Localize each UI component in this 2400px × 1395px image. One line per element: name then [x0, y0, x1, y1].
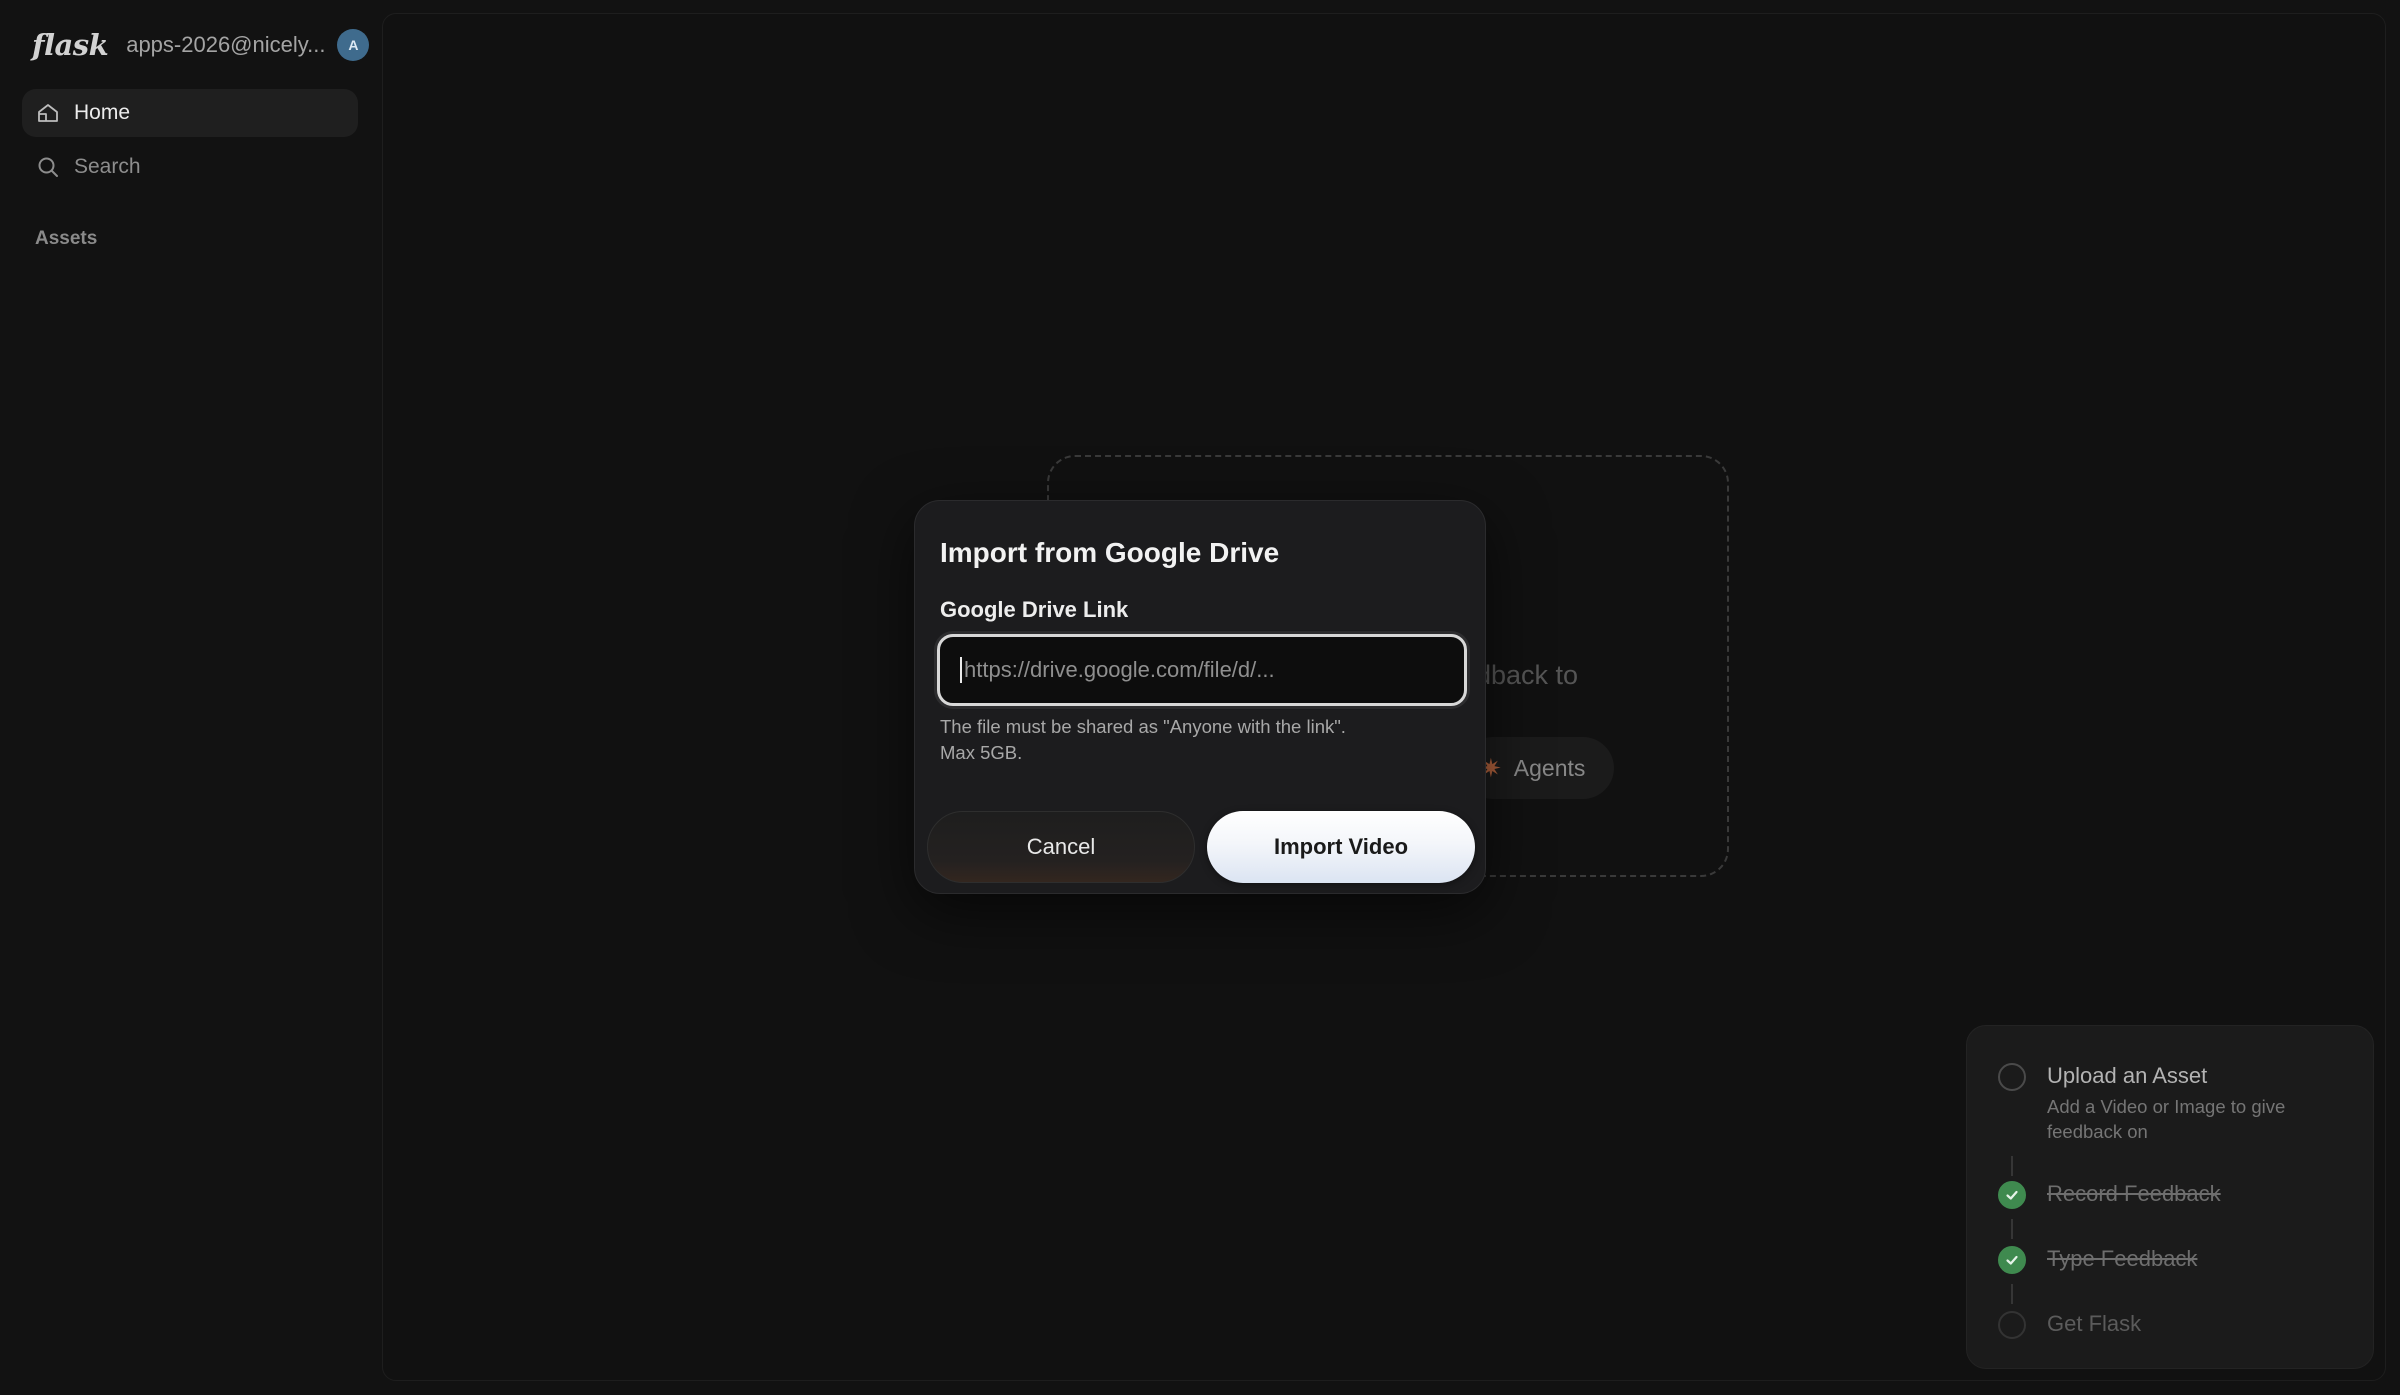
sidebar-item-search[interactable]: Search [22, 143, 358, 191]
avatar[interactable]: A [337, 29, 370, 61]
check-circle-icon [1998, 1246, 2026, 1274]
field-label: Google Drive Link [940, 597, 1129, 622]
drive-link-input[interactable]: https://drive.google.com/file/d/... [937, 634, 1467, 706]
import-dialog: Import from Google Drive Google Drive Li… [914, 500, 1486, 894]
empty-circle-icon [1998, 1063, 2026, 1091]
dropzone-text: dback to [1476, 660, 1579, 690]
help-text: The file must be shared as "Anyone with … [940, 714, 1420, 766]
brand-header: flask apps-2026@nicely... A [32, 28, 370, 62]
account-switcher[interactable]: apps-2026@nicely... [126, 32, 325, 58]
step-connector [2011, 1156, 2013, 1176]
sidebar: flask apps-2026@nicely... A Home Search [0, 0, 380, 1395]
sidebar-item-label: Search [74, 155, 141, 178]
sidebar-item-label: Home [74, 101, 131, 124]
sidebar-item-home[interactable]: Home [22, 89, 358, 137]
help-text-line: Max 5GB. [940, 742, 1023, 763]
text-caret [960, 657, 962, 683]
onboarding-checklist: Upload an Asset Add a Video or Image to … [1966, 1025, 2374, 1369]
check-circle-icon [1998, 1181, 2026, 1209]
step-title: Type Feedback [2047, 1246, 2198, 1271]
home-icon [36, 101, 60, 125]
step-title: Get Flask [2047, 1311, 2142, 1336]
step-title: Record Feedback [2047, 1181, 2221, 1206]
step-connector [2011, 1284, 2013, 1304]
step-title: Upload an Asset [2047, 1063, 2208, 1088]
step-description: Add a Video or Image to give feedback on [2047, 1096, 2286, 1142]
cancel-button[interactable]: Cancel [927, 811, 1195, 883]
assets-section-label: Assets [35, 228, 98, 249]
input-placeholder: https://drive.google.com/file/d/... [964, 657, 1275, 682]
flask-logo[interactable]: flask [32, 28, 109, 62]
search-icon [36, 155, 60, 179]
import-video-button[interactable]: Import Video [1207, 811, 1475, 883]
help-text-line: The file must be shared as "Anyone with … [940, 716, 1346, 737]
step-connector [2011, 1219, 2013, 1239]
agents-label: Agents [1513, 754, 1586, 781]
empty-circle-icon [1998, 1311, 2026, 1339]
dialog-title: Import from Google Drive [940, 537, 1280, 568]
